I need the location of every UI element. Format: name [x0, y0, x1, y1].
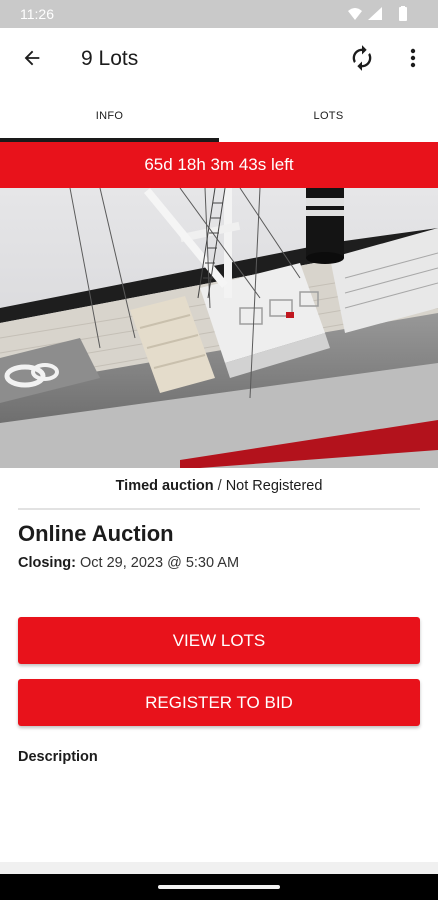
- more-options-button[interactable]: [396, 40, 430, 76]
- model-ship-illustration: [0, 188, 438, 468]
- arrow-back-icon: [24, 50, 40, 66]
- tab-info[interactable]: INFO: [0, 90, 219, 142]
- closing-row: Closing: Oct 29, 2023 @ 5:30 AM: [18, 555, 239, 571]
- status-time: 11:26: [20, 6, 54, 22]
- refresh-button[interactable]: [344, 40, 380, 76]
- status-bar: 11:26: [0, 0, 438, 28]
- more-vert-icon: [410, 48, 416, 68]
- page-title: 9 Lots: [81, 47, 139, 70]
- app-bar: 9 Lots: [0, 28, 438, 90]
- tab-lots[interactable]: LOTS: [219, 90, 438, 142]
- wifi-icon: [348, 8, 362, 20]
- back-button[interactable]: [14, 40, 50, 76]
- auction-hero-image: [0, 188, 438, 468]
- home-gesture-handle[interactable]: [158, 885, 280, 889]
- auction-name: Online Auction: [18, 521, 174, 546]
- status-icons: [346, 6, 416, 22]
- system-navigation-bar: [0, 874, 438, 900]
- view-lots-button[interactable]: VIEW LOTS: [18, 617, 420, 664]
- divider: [18, 508, 420, 510]
- tab-bar: INFO LOTS: [0, 90, 438, 142]
- auction-type: Timed auction: [115, 478, 214, 494]
- auction-type-row: Timed auction / Not Registered: [0, 478, 438, 502]
- signal-icon: [368, 7, 382, 20]
- closing-label: Closing:: [18, 555, 76, 571]
- battery-icon: [399, 6, 407, 21]
- closing-value: Oct 29, 2023 @ 5:30 AM: [80, 555, 240, 571]
- registration-status: Not Registered: [225, 478, 323, 494]
- bottom-strip: [0, 862, 438, 874]
- refresh-icon: [352, 45, 372, 71]
- description-label: Description: [18, 749, 98, 765]
- countdown-banner: 65d 18h 3m 43s left: [0, 142, 438, 188]
- type-separator: /: [213, 478, 226, 494]
- register-to-bid-button[interactable]: REGISTER TO BID: [18, 679, 420, 726]
